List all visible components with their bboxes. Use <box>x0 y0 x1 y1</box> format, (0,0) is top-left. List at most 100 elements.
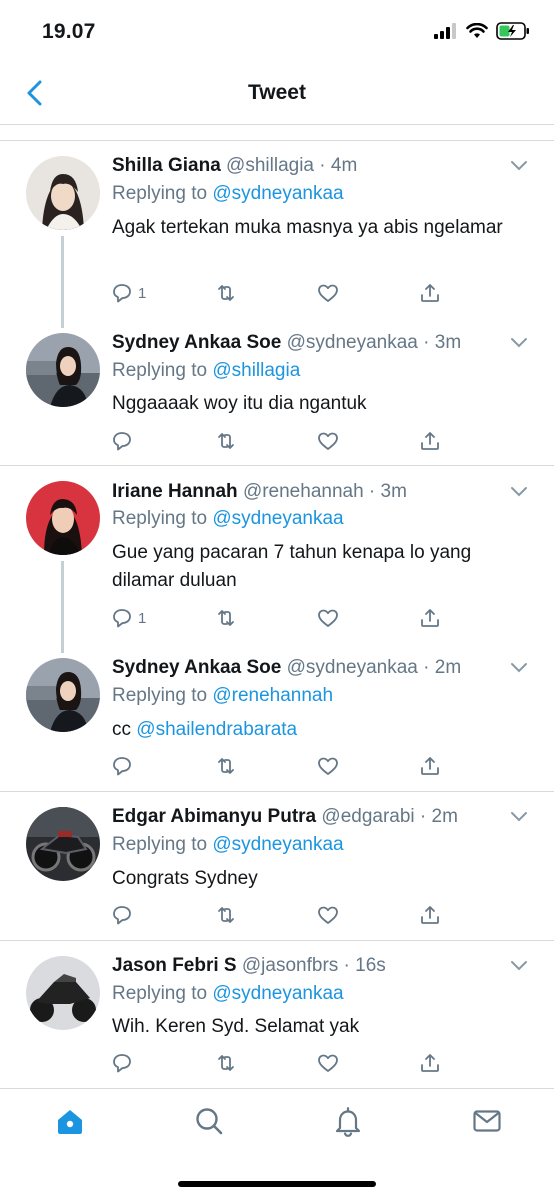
display-name[interactable]: Iriane Hannah <box>112 481 238 502</box>
username[interactable]: @renehannah <box>243 481 364 502</box>
mention-link[interactable]: @sydneyankaa <box>212 183 343 204</box>
replying-to: Replying to @sydneyankaa <box>112 832 344 858</box>
display-name[interactable]: Shilla Giana <box>112 155 221 176</box>
avatar[interactable] <box>26 807 100 881</box>
reply-button[interactable]: 1 <box>110 281 146 305</box>
replying-to: Replying to @sydneyankaa <box>112 506 344 532</box>
reply-button[interactable] <box>110 754 138 778</box>
retweet-button[interactable] <box>214 1051 238 1075</box>
chevron-down-icon[interactable] <box>510 337 528 349</box>
display-name[interactable]: Sydney Ankaa Soe <box>112 657 281 678</box>
heart-icon <box>318 284 338 302</box>
share-button[interactable] <box>418 754 442 778</box>
status-time: 19.07 <box>42 20 96 43</box>
retweet-button[interactable] <box>214 754 238 778</box>
like-button[interactable] <box>316 429 340 453</box>
username[interactable]: @shillagia <box>226 155 314 176</box>
tweet-header: Jason Febri S @jasonfbrs · 16s <box>112 953 514 979</box>
tweet-header: Shilla Giana @shillagia · 4m <box>112 153 514 179</box>
username[interactable]: @jasonfbrs <box>242 955 338 976</box>
home-icon[interactable] <box>54 1105 86 1137</box>
chevron-down-icon[interactable] <box>510 960 528 972</box>
separator: · <box>338 955 356 976</box>
like-button[interactable] <box>316 1051 340 1075</box>
messages-icon[interactable] <box>471 1105 503 1137</box>
reply-button[interactable]: 1 <box>110 606 146 630</box>
timestamp: 16s <box>355 955 386 976</box>
divider <box>0 465 554 466</box>
replying-prefix: Replying to <box>112 360 213 381</box>
share-icon <box>421 284 439 302</box>
mention-link[interactable]: @shailendrabarata <box>136 719 297 740</box>
like-button[interactable] <box>316 606 340 630</box>
timestamp: 2m <box>431 806 458 827</box>
tweet-header: Edgar Abimanyu Putra @edgarabi · 2m <box>112 804 514 830</box>
retweet-button[interactable] <box>214 903 238 927</box>
reply-button[interactable] <box>110 1051 138 1075</box>
display-name[interactable]: Jason Febri S <box>112 955 237 976</box>
retweet-icon <box>218 433 234 449</box>
tweet-actions: 1 <box>110 606 450 632</box>
like-button[interactable] <box>316 903 340 927</box>
like-button[interactable] <box>316 754 340 778</box>
thread-line <box>61 561 64 653</box>
share-button[interactable] <box>418 606 442 630</box>
mention-link[interactable]: @sydneyankaa <box>212 983 343 1004</box>
share-icon <box>421 609 439 627</box>
tweet-text: cc @shailendrabarata <box>112 716 532 744</box>
chevron-down-icon[interactable] <box>510 811 528 823</box>
mention-link[interactable]: @sydneyankaa <box>212 834 343 855</box>
search-icon[interactable] <box>193 1105 225 1137</box>
mention-link[interactable]: @renehannah <box>212 685 333 706</box>
replying-prefix: Replying to <box>112 834 213 855</box>
avatar[interactable] <box>26 333 100 407</box>
separator: · <box>414 806 432 827</box>
avatar[interactable] <box>26 956 100 1030</box>
divider <box>0 140 554 141</box>
retweet-button[interactable] <box>214 281 238 305</box>
battery-icon <box>496 22 529 40</box>
timestamp: 3m <box>380 481 407 502</box>
separator: · <box>314 155 331 176</box>
display-name[interactable]: Sydney Ankaa Soe <box>112 332 281 353</box>
replying-to: Replying to @sydneyankaa <box>112 981 344 1007</box>
retweet-button[interactable] <box>214 606 238 630</box>
chevron-down-icon[interactable] <box>510 662 528 674</box>
reply-icon <box>113 284 131 303</box>
mention-link[interactable]: @shillagia <box>212 360 300 381</box>
retweet-icon <box>218 758 234 774</box>
tweet-text: Gue yang pacaran 7 tahun kenapa lo yang … <box>112 542 472 591</box>
avatar[interactable] <box>26 156 100 230</box>
status-bar: 19.07 <box>0 0 554 62</box>
divider <box>0 940 554 941</box>
username[interactable]: @sydneyankaa <box>287 657 418 678</box>
chevron-down-icon[interactable] <box>510 486 528 498</box>
notifications-icon[interactable] <box>332 1105 364 1137</box>
tweet-actions <box>110 1051 450 1077</box>
thread-line <box>61 236 64 328</box>
reply-button[interactable] <box>110 903 138 927</box>
tweet-header: Iriane Hannah @renehannah · 3m <box>112 479 514 505</box>
reply-button[interactable] <box>110 429 138 453</box>
heart-icon <box>318 906 338 924</box>
avatar[interactable] <box>26 658 100 732</box>
signal-icon <box>434 23 456 39</box>
like-button[interactable] <box>316 281 340 305</box>
replying-to: Replying to @shillagia <box>112 358 300 384</box>
share-button[interactable] <box>418 1051 442 1075</box>
share-icon <box>421 1054 439 1072</box>
tweet-text: Nggaaaak woy itu dia ngantuk <box>112 393 367 414</box>
chevron-down-icon[interactable] <box>510 160 528 172</box>
display-name[interactable]: Edgar Abimanyu Putra <box>112 806 316 827</box>
share-button[interactable] <box>418 281 442 305</box>
share-button[interactable] <box>418 429 442 453</box>
share-button[interactable] <box>418 903 442 927</box>
mention-link[interactable]: @sydneyankaa <box>212 508 343 529</box>
tweet-text: Agak tertekan muka masnya ya abis ngelam… <box>112 217 503 238</box>
username[interactable]: @edgarabi <box>321 806 414 827</box>
reply-count: 1 <box>138 609 147 627</box>
reply-icon <box>113 1054 131 1073</box>
avatar[interactable] <box>26 481 100 555</box>
retweet-button[interactable] <box>214 429 238 453</box>
username[interactable]: @sydneyankaa <box>287 332 418 353</box>
